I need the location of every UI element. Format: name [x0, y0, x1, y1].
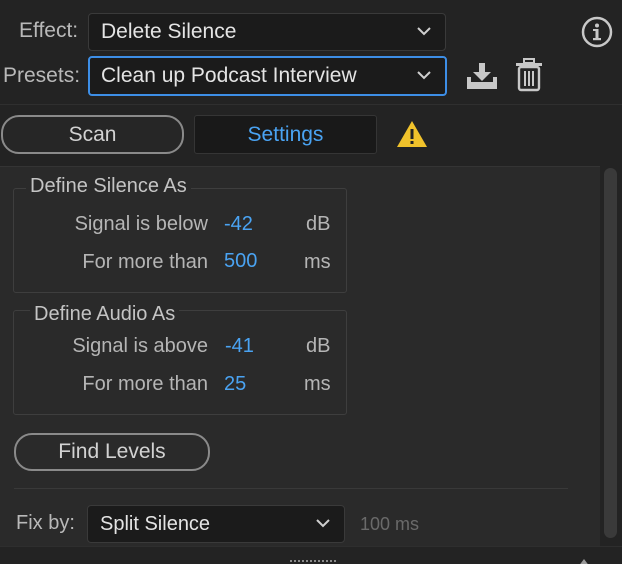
silence-signal-value[interactable]: -42 [224, 213, 253, 236]
effect-value: Delete Silence [101, 20, 237, 43]
find-levels-button[interactable]: Find Levels [14, 433, 210, 471]
divider [14, 488, 568, 489]
info-icon[interactable] [581, 16, 613, 48]
silence-signal-label: Signal is below [74, 213, 208, 235]
presets-value: Clean up Podcast Interview [101, 64, 357, 87]
audio-signal-unit: dB [306, 335, 331, 357]
warning-icon [396, 120, 428, 148]
chevron-down-icon [417, 71, 431, 80]
download-icon[interactable] [464, 60, 500, 92]
grip-icon[interactable] [289, 554, 337, 562]
audio-signal-label: Signal is above [72, 335, 208, 357]
silence-duration-label: For more than [82, 251, 208, 273]
audio-duration-unit: ms [304, 373, 331, 395]
chevron-down-icon [316, 519, 330, 528]
silence-duration-value[interactable]: 500 [224, 250, 257, 273]
silence-duration-unit: ms [304, 251, 331, 273]
divider [0, 104, 622, 105]
effect-label: Effect: [19, 19, 79, 42]
tab-scan-label: Scan [68, 122, 117, 146]
audio-duration-value[interactable]: 25 [224, 373, 246, 396]
fix-by-value: Split Silence [100, 512, 211, 535]
fix-by-dropdown[interactable]: Split Silence [87, 505, 345, 543]
find-levels-label: Find Levels [58, 440, 166, 463]
silence-group-title: Define Silence As [26, 175, 191, 198]
presets-label: Presets: [3, 64, 81, 87]
chevron-down-icon [417, 27, 431, 36]
silence-signal-unit: dB [306, 213, 331, 235]
audio-group-title: Define Audio As [30, 303, 180, 326]
audio-signal-value[interactable]: -41 [225, 335, 254, 358]
tab-settings[interactable]: Settings [194, 115, 377, 154]
tab-settings-label: Settings [247, 122, 324, 146]
scroll-up-icon[interactable] [578, 554, 590, 564]
audio-duration-label: For more than [82, 373, 208, 395]
fix-by-duration: 100 ms [360, 514, 420, 534]
fix-by-label: Fix by: [16, 512, 75, 534]
presets-dropdown[interactable]: Clean up Podcast Interview [88, 56, 447, 96]
tab-scan[interactable]: Scan [1, 115, 184, 154]
silence-group [13, 188, 347, 293]
effect-dropdown[interactable]: Delete Silence [88, 13, 446, 51]
trash-icon[interactable] [514, 58, 544, 92]
scrollbar-thumb[interactable] [604, 168, 617, 538]
